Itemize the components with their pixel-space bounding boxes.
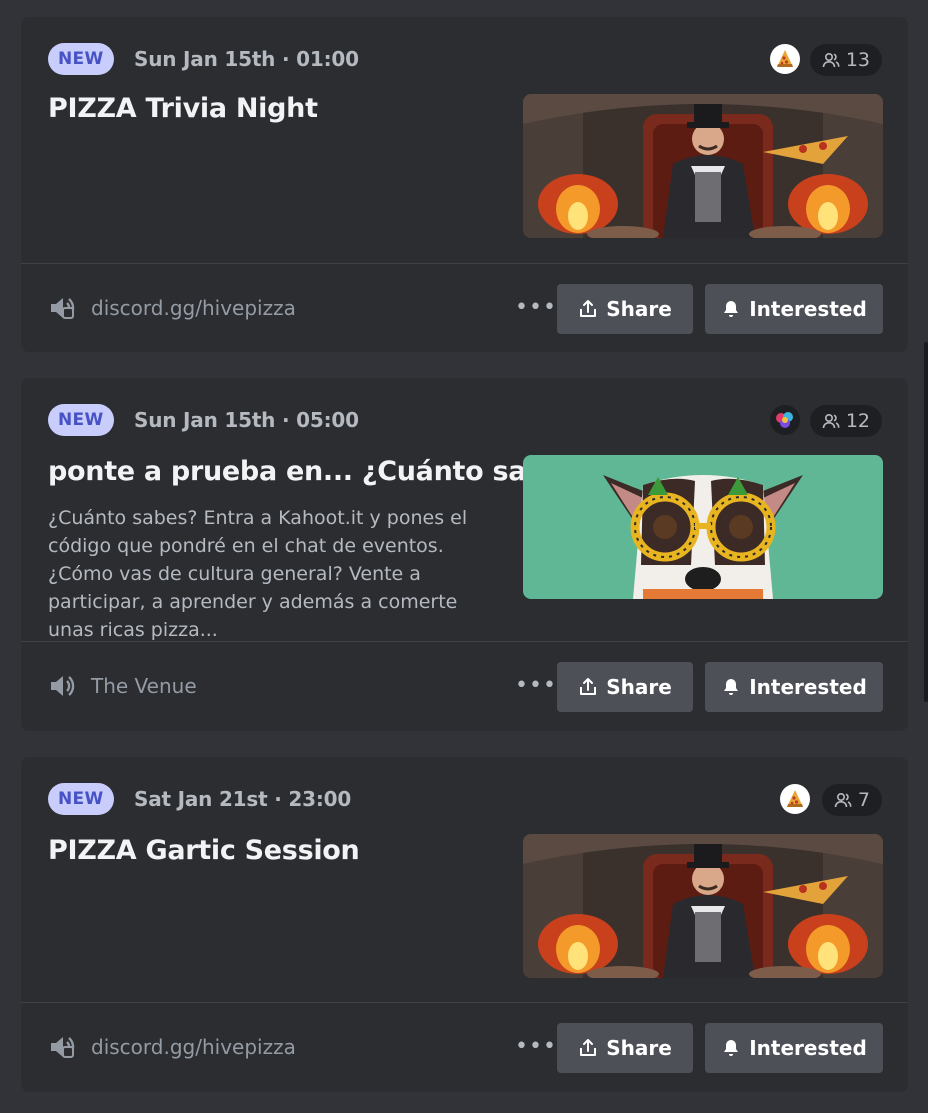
bell-icon <box>724 1040 739 1056</box>
share-icon <box>580 1039 597 1056</box>
share-icon <box>580 300 597 317</box>
interested-button[interactable]: Interested <box>705 284 883 334</box>
event-card[interactable]: NEW Sun Jan 15th · 01:00 13 PIZZA Trivia… <box>21 17 908 352</box>
event-title[interactable]: PIZZA Trivia Night <box>48 93 318 124</box>
stage-speaker-icon <box>51 676 75 696</box>
new-badge: NEW <box>48 404 114 436</box>
interested-label: Interested <box>749 297 867 321</box>
share-button[interactable]: Share <box>557 662 693 712</box>
event-location[interactable]: discord.gg/hivepizza <box>91 292 296 324</box>
interested-count[interactable]: 13 <box>809 44 882 76</box>
scrollbar[interactable] <box>924 342 928 702</box>
interested-count-value: 13 <box>845 49 870 71</box>
event-date: Sun Jan 15th · 05:00 <box>134 408 359 432</box>
more-options-button[interactable]: ••• <box>515 292 556 324</box>
people-icon <box>822 413 840 429</box>
card-footer: The Venue ••• Share Interested <box>21 642 908 730</box>
event-date: Sun Jan 15th · 01:00 <box>134 47 359 71</box>
interested-count-value: 12 <box>845 410 870 432</box>
bell-icon <box>724 679 739 695</box>
event-thumbnail[interactable] <box>523 94 883 238</box>
more-options-button[interactable]: ••• <box>515 1031 556 1063</box>
card-footer: discord.gg/hivepizza ••• Share Intereste… <box>21 1003 908 1091</box>
share-label: Share <box>606 297 672 321</box>
external-link-speaker-icon <box>51 298 75 319</box>
card-footer: discord.gg/hivepizza ••• Share Intereste… <box>21 264 908 352</box>
interested-count[interactable]: 12 <box>809 405 882 437</box>
event-thumbnail[interactable] <box>523 834 883 978</box>
event-card[interactable]: NEW Sun Jan 15th · 05:00 12 ponte a prue… <box>21 378 908 731</box>
share-icon <box>580 678 597 695</box>
new-badge: NEW <box>48 783 114 815</box>
interested-label: Interested <box>749 675 867 699</box>
new-badge: NEW <box>48 43 114 75</box>
people-icon <box>822 52 840 68</box>
event-title[interactable]: ponte a prueba en... ¿Cuánto sa... <box>48 456 556 487</box>
event-thumbnail[interactable] <box>523 455 883 599</box>
share-button[interactable]: Share <box>557 284 693 334</box>
colorful-avatar-icon <box>770 405 800 435</box>
share-label: Share <box>606 675 672 699</box>
interested-count[interactable]: 7 <box>821 784 882 816</box>
pizza-avatar-icon <box>770 44 800 74</box>
share-button[interactable]: Share <box>557 1023 693 1073</box>
pizza-avatar-icon <box>780 784 810 814</box>
event-card[interactable]: NEW Sat Jan 21st · 23:00 7 PIZZA Gartic … <box>21 757 908 1092</box>
bell-icon <box>724 301 739 317</box>
event-title[interactable]: PIZZA Gartic Session <box>48 835 360 866</box>
event-description: ¿Cuánto sabes? Entra a Kahoot.it y pones… <box>48 507 468 641</box>
interested-count-value: 7 <box>857 789 870 811</box>
share-label: Share <box>606 1036 672 1060</box>
event-location[interactable]: The Venue <box>91 670 197 702</box>
more-options-button[interactable]: ••• <box>515 670 556 702</box>
external-link-speaker-icon <box>51 1037 75 1058</box>
interested-button[interactable]: Interested <box>705 662 883 712</box>
event-date: Sat Jan 21st · 23:00 <box>134 787 352 811</box>
interested-button[interactable]: Interested <box>705 1023 883 1073</box>
interested-label: Interested <box>749 1036 867 1060</box>
people-icon <box>834 792 852 808</box>
event-location[interactable]: discord.gg/hivepizza <box>91 1031 296 1063</box>
